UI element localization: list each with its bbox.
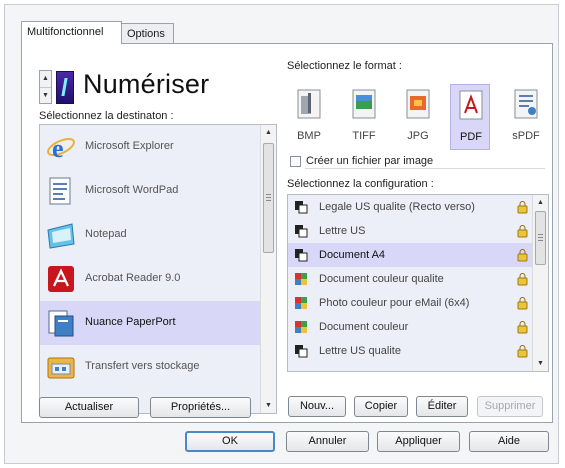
bw-document-icon: [295, 201, 308, 214]
cancel-button[interactable]: Annuler: [286, 431, 369, 452]
one-file-per-image-checkbox[interactable]: [290, 156, 301, 167]
format-label: Sélectionnez le format :: [287, 60, 402, 72]
internet-explorer-icon: e: [47, 134, 75, 162]
notepad-icon: [47, 223, 75, 249]
tab-multifonctionnel[interactable]: Multifonctionnel: [21, 21, 122, 44]
configuration-label-text: Lettre US: [319, 225, 366, 237]
spinner-down-icon[interactable]: ▼: [40, 88, 51, 104]
color-document-icon: [295, 297, 307, 309]
paperport-icon: [48, 310, 74, 337]
destination-item-paperport[interactable]: Nuance PaperPort: [40, 301, 260, 345]
scan-header: ▲ ▼ Numériser: [39, 64, 247, 108]
scrollbar-thumb[interactable]: [263, 143, 274, 253]
destination-item-notepad[interactable]: Notepad: [40, 213, 260, 257]
svg-text:e: e: [52, 134, 64, 162]
format-option-bmp[interactable]: BMP: [289, 84, 329, 150]
format-option-spdf[interactable]: sPDF: [506, 84, 546, 150]
configuration-item[interactable]: Lettre US qualite: [288, 339, 532, 363]
destination-item-acrobat[interactable]: Acrobat Reader 9.0: [40, 257, 260, 301]
tiff-file-icon: [352, 89, 376, 119]
format-selector: BMP TIFF JPG PDF sPDF: [287, 84, 549, 150]
button-spinner[interactable]: ▲ ▼: [39, 70, 52, 104]
bw-document-icon: [295, 345, 308, 358]
destination-label-text: Acrobat Reader 9.0: [85, 272, 181, 284]
storage-transfer-icon: [47, 357, 75, 379]
format-option-pdf[interactable]: PDF: [450, 84, 490, 150]
destination-item-storage[interactable]: Transfert vers stockage: [40, 345, 260, 389]
color-document-icon: [295, 321, 307, 333]
ok-button[interactable]: OK: [185, 431, 275, 452]
help-button[interactable]: Aide: [469, 431, 549, 452]
destination-scrollbar[interactable]: ▲ ▼: [260, 125, 276, 413]
pdf-file-icon: [459, 90, 483, 120]
lock-icon: [517, 345, 528, 358]
configuration-label-text: Document A4: [319, 249, 386, 261]
tab-options[interactable]: Options: [121, 23, 174, 43]
destination-label-text: Notepad: [85, 228, 127, 240]
lock-icon: [517, 201, 528, 214]
copy-configuration-button[interactable]: Copier: [354, 396, 408, 417]
refresh-button[interactable]: Actualiser: [39, 397, 139, 418]
lock-icon: [517, 225, 528, 238]
configuration-item[interactable]: Lettre US: [288, 219, 532, 243]
configuration-label-text: Document couleur qualite: [319, 273, 444, 285]
destination-list[interactable]: e Microsoft Explorer Microsoft WordPad N…: [39, 124, 277, 414]
lock-icon: [517, 297, 528, 310]
properties-button[interactable]: Propriétés...: [150, 397, 251, 418]
one-file-per-image-label: Créer un fichier par image: [306, 155, 434, 167]
destination-label-text: Microsoft Explorer: [85, 140, 174, 152]
acrobat-reader-icon: [48, 266, 74, 292]
bw-document-icon: [295, 249, 308, 262]
destination-item-wordpad[interactable]: Microsoft WordPad: [40, 169, 260, 213]
tab-panel: ▲ ▼ Numériser Sélectionnez la destinaton…: [21, 43, 553, 423]
delete-configuration-button[interactable]: Supprimer: [477, 396, 543, 417]
scrollbar-thumb[interactable]: [535, 211, 546, 265]
bw-document-icon: [295, 225, 308, 238]
configuration-label-text: Document couleur: [319, 321, 409, 333]
scroll-down-icon[interactable]: ▼: [533, 356, 548, 371]
configuration-label-text: Lettre US qualite: [319, 345, 401, 357]
destination-label-text: Nuance PaperPort: [85, 316, 176, 328]
spdf-file-icon: [514, 89, 538, 119]
format-option-jpg[interactable]: JPG: [398, 84, 438, 150]
format-label-spdf: sPDF: [512, 130, 540, 142]
lock-icon: [517, 321, 528, 334]
configuration-label-text: Photo couleur pour eMail (6x4): [319, 297, 470, 309]
configuration-item[interactable]: Document A4: [288, 243, 532, 267]
separator: [305, 168, 545, 169]
lcd-number-icon: [56, 71, 74, 104]
lock-icon: [517, 249, 528, 262]
configuration-label-text: Legale US qualite (Recto verso): [319, 201, 475, 213]
edit-configuration-button[interactable]: Éditer: [416, 396, 468, 417]
destination-label-text: Microsoft WordPad: [85, 184, 179, 196]
configuration-list[interactable]: Legale US qualite (Recto verso) Lettre U…: [287, 194, 549, 372]
configuration-item[interactable]: Document couleur: [288, 315, 532, 339]
color-document-icon: [295, 273, 307, 285]
destination-label-text: Transfert vers stockage: [85, 360, 200, 372]
scroll-up-icon[interactable]: ▲: [533, 195, 548, 210]
bmp-file-icon: [297, 89, 321, 119]
configuration-label: Sélectionnez la configuration :: [287, 178, 434, 190]
new-configuration-button[interactable]: Nouv...: [288, 396, 346, 417]
apply-button[interactable]: Appliquer: [377, 431, 460, 452]
format-label-pdf: PDF: [460, 131, 482, 143]
configuration-item[interactable]: Photo couleur pour eMail (6x4): [288, 291, 532, 315]
jpg-file-icon: [406, 89, 430, 119]
configuration-scrollbar[interactable]: ▲ ▼: [532, 195, 548, 371]
configuration-item[interactable]: Document couleur qualite: [288, 267, 532, 291]
format-option-tiff[interactable]: TIFF: [344, 84, 384, 150]
format-label-bmp: BMP: [297, 130, 321, 142]
dialog-window: Multifonctionnel Options ▲ ▼ Numériser S…: [4, 4, 559, 464]
scroll-up-icon[interactable]: ▲: [261, 125, 276, 140]
format-label-jpg: JPG: [407, 130, 429, 142]
wordpad-icon: [49, 177, 71, 205]
lock-icon: [517, 273, 528, 286]
destination-item-explorer[interactable]: e Microsoft Explorer: [40, 125, 260, 169]
format-label-tiff: TIFF: [352, 130, 376, 142]
scroll-down-icon[interactable]: ▼: [261, 398, 276, 413]
destination-label: Sélectionnez la destinaton :: [39, 110, 174, 122]
scan-title: Numériser: [83, 69, 210, 99]
configuration-item[interactable]: Legale US qualite (Recto verso): [288, 195, 532, 219]
spinner-up-icon[interactable]: ▲: [40, 71, 51, 88]
